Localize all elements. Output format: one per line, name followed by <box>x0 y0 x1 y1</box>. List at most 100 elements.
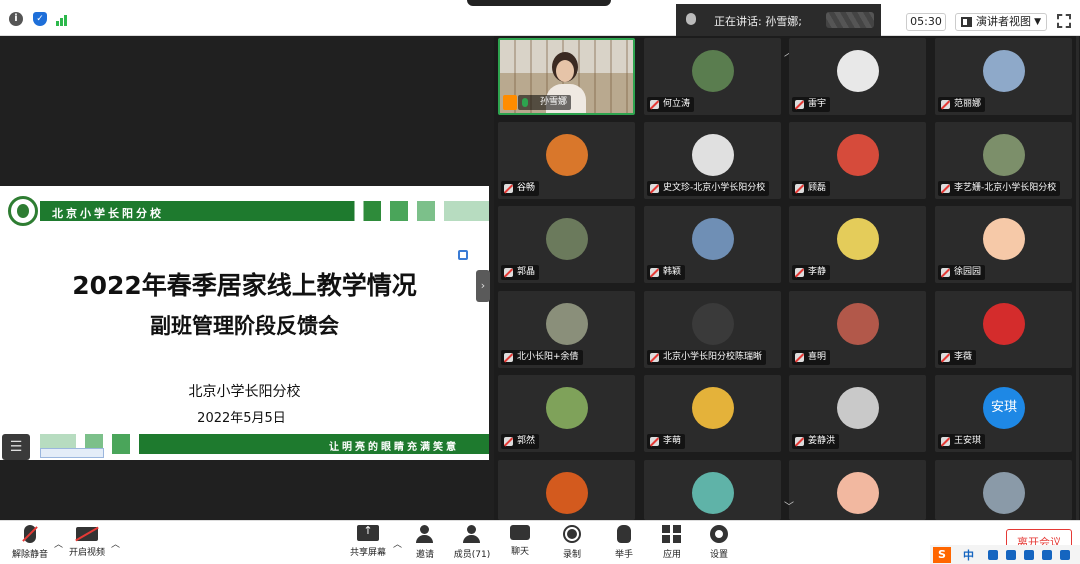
members-button[interactable]: 成员(71) <box>447 525 497 564</box>
raise-hand-label: 举手 <box>614 550 633 560</box>
participant-tile[interactable] <box>644 460 781 520</box>
speaking-label: 正在讲话: 孙雪娜; <box>714 15 802 28</box>
participant-tile[interactable]: 郭然 <box>498 375 635 452</box>
sogou-icon[interactable]: S <box>933 547 951 563</box>
speaker-wave-icon <box>826 12 874 28</box>
share-screen-button[interactable]: 共享屏幕 <box>343 524 393 564</box>
settings-label: 设置 <box>709 550 728 560</box>
participant-tile[interactable]: 姜静洪 <box>789 375 926 452</box>
participant-tile[interactable]: 顾磊 <box>789 122 926 199</box>
participant-tile[interactable]: 郭晶 <box>498 206 635 283</box>
participant-avatar <box>692 218 734 260</box>
chat-button[interactable]: 聊天 <box>495 525 545 564</box>
view-mode-label: 演讲者视图 <box>976 15 1031 28</box>
participant-tile[interactable]: 李静 <box>789 206 926 283</box>
participant-avatar <box>837 303 879 345</box>
meeting-toolbar: 解除静音 ︿ 开启视频 ︿ 共享屏幕 ︿ 邀请 成员(71) 聊天 录制 <box>0 520 1080 564</box>
host-icon <box>503 95 517 110</box>
apps-label: 应用 <box>662 550 681 560</box>
participant-name: 北小长阳+余倩 <box>501 350 583 365</box>
participant-tile[interactable]: 安琪 王安琪 <box>935 375 1072 452</box>
mic-muted-icon <box>941 353 950 362</box>
record-icon <box>563 525 581 543</box>
chevron-down-icon[interactable]: ﹀ <box>782 498 796 513</box>
participant-avatar <box>837 218 879 260</box>
speaker-view-icon <box>961 17 972 27</box>
ime-skin-icon[interactable] <box>1042 550 1052 560</box>
ime-voice-icon[interactable] <box>1006 550 1016 560</box>
participant-avatar <box>546 134 588 176</box>
fullscreen-icon[interactable] <box>1057 14 1071 28</box>
settings-button[interactable]: 设置 <box>694 525 744 564</box>
start-video-label: 开启视频 <box>68 548 105 558</box>
mic-muted-icon <box>24 525 36 543</box>
participant-tile[interactable]: 北京小学长阳分校陈瑞晰 <box>644 291 781 368</box>
camera-off-icon <box>76 527 98 541</box>
participant-tile[interactable]: 徐园园 <box>935 206 1072 283</box>
participant-tile[interactable]: 李薇 <box>935 291 1072 368</box>
participant-tile[interactable] <box>498 460 635 520</box>
ime-toolbar: S 中 <box>930 545 1080 564</box>
mic-muted-icon <box>650 100 659 109</box>
participant-avatar <box>692 387 734 429</box>
participant-tile[interactable]: 史文珍-北京小学长阳分校 <box>644 122 781 199</box>
participant-tile[interactable]: 何立涛 <box>644 38 781 115</box>
slide-subtitle: 副班管理阶段反馈会 <box>150 314 339 338</box>
hand-icon <box>617 525 631 543</box>
participant-avatar <box>983 50 1025 92</box>
ime-tools-icon[interactable] <box>1060 550 1070 560</box>
participant-tile-active-speaker[interactable]: 孙雪娜 <box>498 38 635 115</box>
participant-avatar <box>692 50 734 92</box>
collapse-panel-handle[interactable]: › <box>476 270 490 302</box>
participant-tile[interactable]: 李萌 <box>644 375 781 452</box>
list-icon[interactable]: ☰ <box>2 434 30 460</box>
participant-avatar <box>983 134 1025 176</box>
unmute-button[interactable]: 解除静音 <box>5 525 55 564</box>
chat-label: 聊天 <box>510 547 529 557</box>
unmute-label: 解除静音 <box>11 550 48 560</box>
participant-avatar: 安琪 <box>983 387 1025 429</box>
participant-tile[interactable]: 雷宇 <box>789 38 926 115</box>
mic-muted-icon <box>941 184 950 193</box>
info-icon[interactable]: i <box>9 12 23 26</box>
participant-avatar <box>837 134 879 176</box>
video-options-caret[interactable]: ︿ <box>111 537 120 550</box>
ime-punct-icon[interactable] <box>988 550 998 560</box>
view-mode-button[interactable]: 演讲者视图 ▼ <box>955 13 1047 31</box>
participant-avatar <box>546 472 588 514</box>
participant-tile[interactable]: 北小长阳+余倩 <box>498 291 635 368</box>
participant-tile[interactable]: 谷畅 <box>498 122 635 199</box>
slide-date: 2022年5月5日 <box>197 411 286 426</box>
slide-school-tag: 北京小学长阳分校 <box>52 207 164 220</box>
top-notch <box>467 0 611 6</box>
participant-avatar <box>837 387 879 429</box>
invite-user-icon <box>415 525 435 543</box>
apps-button[interactable]: 应用 <box>647 525 697 564</box>
participant-tile[interactable]: 喜明 <box>789 291 926 368</box>
participant-avatar <box>983 218 1025 260</box>
signal-icon[interactable] <box>56 12 70 26</box>
ime-language-toggle[interactable]: 中 <box>963 547 974 563</box>
participant-tile[interactable]: 韩颖 <box>644 206 781 283</box>
participant-tile[interactable] <box>935 460 1072 520</box>
participant-avatar <box>692 303 734 345</box>
ime-keyboard-icon[interactable] <box>1024 550 1034 560</box>
share-screen-label: 共享屏幕 <box>349 548 386 558</box>
gallery-scrollbar[interactable] <box>1076 36 1079 520</box>
mic-active-icon <box>522 98 528 107</box>
invite-button[interactable]: 邀请 <box>400 525 450 564</box>
mic-muted-icon <box>504 437 513 446</box>
school-logo <box>8 196 38 226</box>
participant-avatar <box>692 134 734 176</box>
participant-tile[interactable] <box>789 460 926 520</box>
participant-tile[interactable]: 李艺姗-北京小学长阳分校 <box>935 122 1072 199</box>
participant-avatar <box>983 303 1025 345</box>
raise-hand-button[interactable]: 举手 <box>599 525 649 564</box>
start-video-button[interactable]: 开启视频 <box>62 525 112 564</box>
slide-school-name: 北京小学长阳分校 <box>188 384 301 400</box>
participant-tile[interactable]: 范丽娜 <box>935 38 1072 115</box>
shield-icon[interactable]: ✓ <box>33 12 47 26</box>
mic-muted-icon <box>795 184 804 193</box>
participant-avatar <box>983 472 1025 514</box>
record-button[interactable]: 录制 <box>547 525 597 564</box>
